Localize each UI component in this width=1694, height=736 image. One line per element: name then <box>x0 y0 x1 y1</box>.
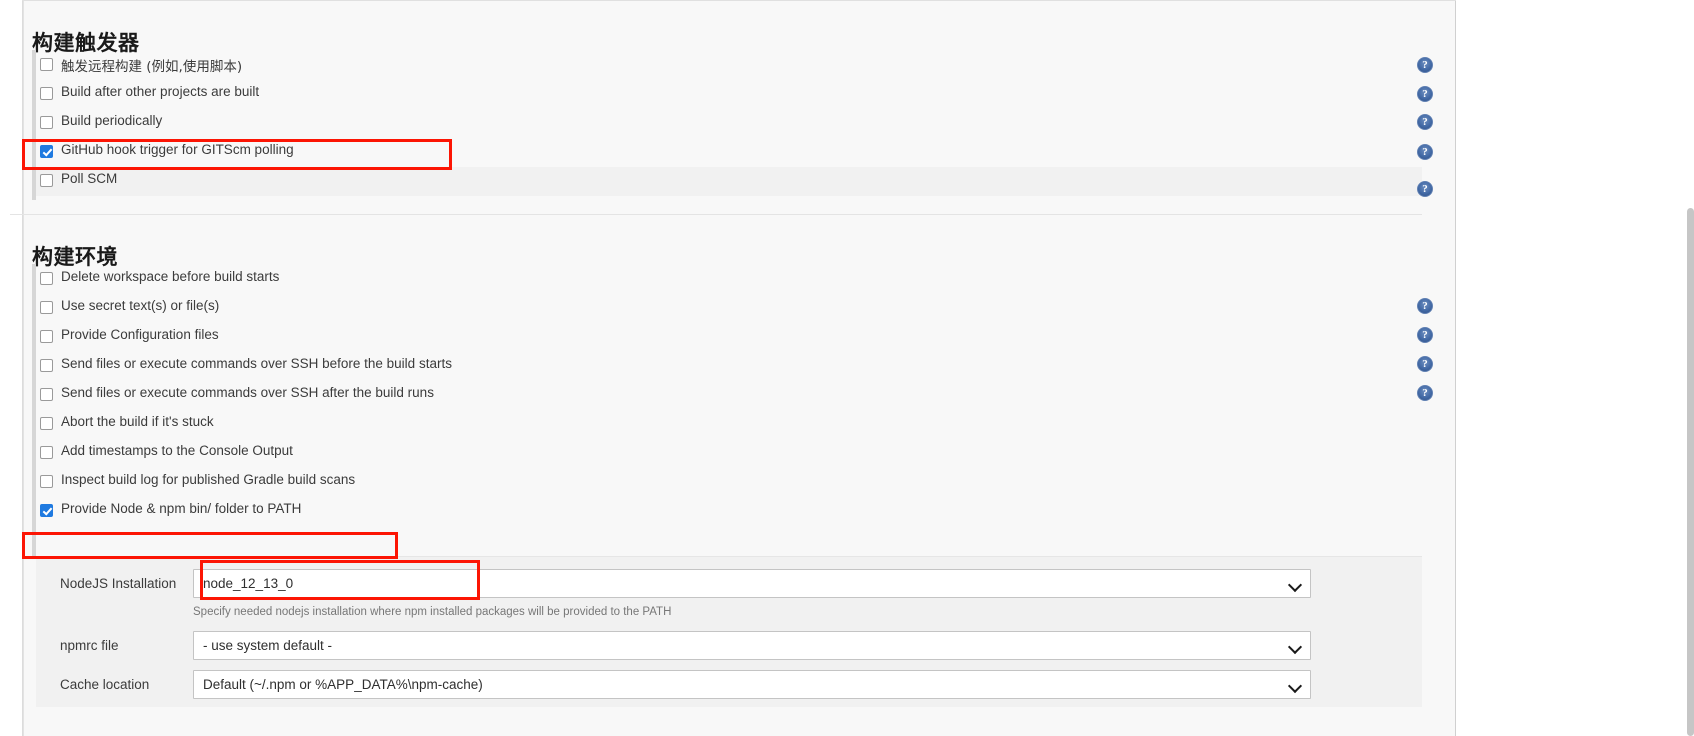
trigger-row-github-hook[interactable]: GitHub hook trigger for GITScm polling <box>36 138 1422 167</box>
checkbox-delete-workspace[interactable] <box>40 272 53 285</box>
checkbox-add-timestamps[interactable] <box>40 446 53 459</box>
checkbox-github-hook-trigger[interactable] <box>40 145 53 158</box>
checkbox-provide-node-npm[interactable] <box>40 504 53 517</box>
help-question-icon-use-secret-text[interactable]: ? <box>1417 298 1433 314</box>
label-ssh-before-build: Send files or execute commands over SSH … <box>61 356 452 371</box>
label-inspect-gradle-build-scans: Inspect build log for published Gradle b… <box>61 472 355 487</box>
label-add-timestamps: Add timestamps to the Console Output <box>61 443 293 458</box>
help-text-nodejs-installation: Specify needed nodejs installation where… <box>193 606 671 618</box>
chevron-down-icon-nodejs-installation <box>1288 578 1302 592</box>
label-cache-location: Cache location <box>60 677 149 692</box>
chevron-down-icon-npmrc-file <box>1288 640 1302 654</box>
checkbox-provide-configuration-files[interactable] <box>40 330 53 343</box>
env-row-abort-stuck-build[interactable]: Abort the build if it's stuck <box>36 410 1422 439</box>
trigger-row-build-periodically[interactable]: Build periodically <box>36 109 1422 138</box>
label-use-secret-text: Use secret text(s) or file(s) <box>61 298 219 313</box>
label-github-hook-trigger: GitHub hook trigger for GITScm polling <box>61 142 294 157</box>
value-npmrc-file: - use system default - <box>203 638 332 653</box>
env-row-use-secret-text[interactable]: Use secret text(s) or file(s) <box>36 294 1422 323</box>
trigger-row-remote-build[interactable]: 触发远程构建 (例如,使用脚本) <box>36 51 1422 80</box>
field-row-nodejs-installation: NodeJS Installation node_12_13_0 <box>36 569 1422 600</box>
label-poll-scm: Poll SCM <box>61 171 117 186</box>
nodejs-settings-panel: NodeJS Installation node_12_13_0 Specify… <box>36 556 1422 707</box>
checkbox-ssh-after-build[interactable] <box>40 388 53 401</box>
checkbox-inspect-gradle-build-scans[interactable] <box>40 475 53 488</box>
label-build-periodically: Build periodically <box>61 113 162 128</box>
label-provide-node-npm: Provide Node & npm bin/ folder to PATH <box>61 501 301 516</box>
select-nodejs-installation[interactable]: node_12_13_0 <box>193 569 1311 598</box>
column-left-edge <box>23 0 24 736</box>
help-question-icon-build-after-other-projects[interactable]: ? <box>1417 86 1433 102</box>
label-nodejs-installation: NodeJS Installation <box>60 576 176 591</box>
env-row-provide-configuration-files[interactable]: Provide Configuration files <box>36 323 1422 352</box>
label-trigger-remote-build: 触发远程构建 (例如,使用脚本) <box>61 55 242 75</box>
checkbox-trigger-remote-build[interactable] <box>40 58 53 71</box>
env-row-ssh-after-build[interactable]: Send files or execute commands over SSH … <box>36 381 1422 410</box>
env-row-delete-workspace[interactable]: Delete workspace before build starts <box>36 265 1422 294</box>
vertical-scrollbar-track[interactable] <box>1687 0 1694 736</box>
help-question-icon-poll-scm[interactable]: ? <box>1417 181 1433 197</box>
field-row-cache-location: Cache location Default (~/.npm or %APP_D… <box>36 670 1422 701</box>
select-cache-location[interactable]: Default (~/.npm or %APP_DATA%\npm-cache) <box>193 670 1311 699</box>
label-ssh-after-build: Send files or execute commands over SSH … <box>61 385 434 400</box>
help-question-icon-provide-configuration-files[interactable]: ? <box>1417 327 1433 343</box>
value-cache-location: Default (~/.npm or %APP_DATA%\npm-cache) <box>203 677 483 692</box>
env-row-provide-node-npm[interactable]: Provide Node & npm bin/ folder to PATH <box>36 497 1422 526</box>
help-question-icon-ssh-after-build[interactable]: ? <box>1417 385 1433 401</box>
help-question-icon-github-hook-trigger[interactable]: ? <box>1417 144 1433 160</box>
checkbox-build-after-other-projects[interactable] <box>40 87 53 100</box>
section-separator-build-environment <box>10 214 1422 215</box>
trigger-row-build-after-other-projects[interactable]: Build after other projects are built <box>36 80 1422 109</box>
label-delete-workspace: Delete workspace before build starts <box>61 269 279 284</box>
field-row-npmrc-file: npmrc file - use system default - <box>36 631 1422 662</box>
env-row-ssh-before-build[interactable]: Send files or execute commands over SSH … <box>36 352 1422 381</box>
value-nodejs-installation: node_12_13_0 <box>203 576 293 591</box>
checkbox-abort-stuck-build[interactable] <box>40 417 53 430</box>
env-row-inspect-gradle-build-scans[interactable]: Inspect build log for published Gradle b… <box>36 468 1422 497</box>
label-npmrc-file: npmrc file <box>60 638 119 653</box>
help-question-icon-build-periodically[interactable]: ? <box>1417 114 1433 130</box>
label-abort-stuck-build: Abort the build if it's stuck <box>61 414 214 429</box>
top-separator <box>22 0 1456 1</box>
label-build-after-other-projects: Build after other projects are built <box>61 84 259 99</box>
vertical-scrollbar-thumb[interactable] <box>1687 208 1694 736</box>
checkbox-poll-scm[interactable] <box>40 174 53 187</box>
env-row-add-timestamps[interactable]: Add timestamps to the Console Output <box>36 439 1422 468</box>
label-provide-configuration-files: Provide Configuration files <box>61 327 219 342</box>
help-question-icon-ssh-before-build[interactable]: ? <box>1417 356 1433 372</box>
checkbox-use-secret-text[interactable] <box>40 301 53 314</box>
select-npmrc-file[interactable]: - use system default - <box>193 631 1311 660</box>
page-right-margin <box>1456 0 1694 736</box>
checkbox-ssh-before-build[interactable] <box>40 359 53 372</box>
jenkins-config-page: 构建触发器 触发远程构建 (例如,使用脚本) Build after other… <box>0 0 1694 736</box>
help-question-icon-trigger-remote-build[interactable]: ? <box>1417 57 1433 73</box>
trigger-row-poll-scm[interactable]: Poll SCM <box>36 167 1422 196</box>
checkbox-build-periodically[interactable] <box>40 116 53 129</box>
chevron-down-icon-cache-location <box>1288 679 1302 693</box>
